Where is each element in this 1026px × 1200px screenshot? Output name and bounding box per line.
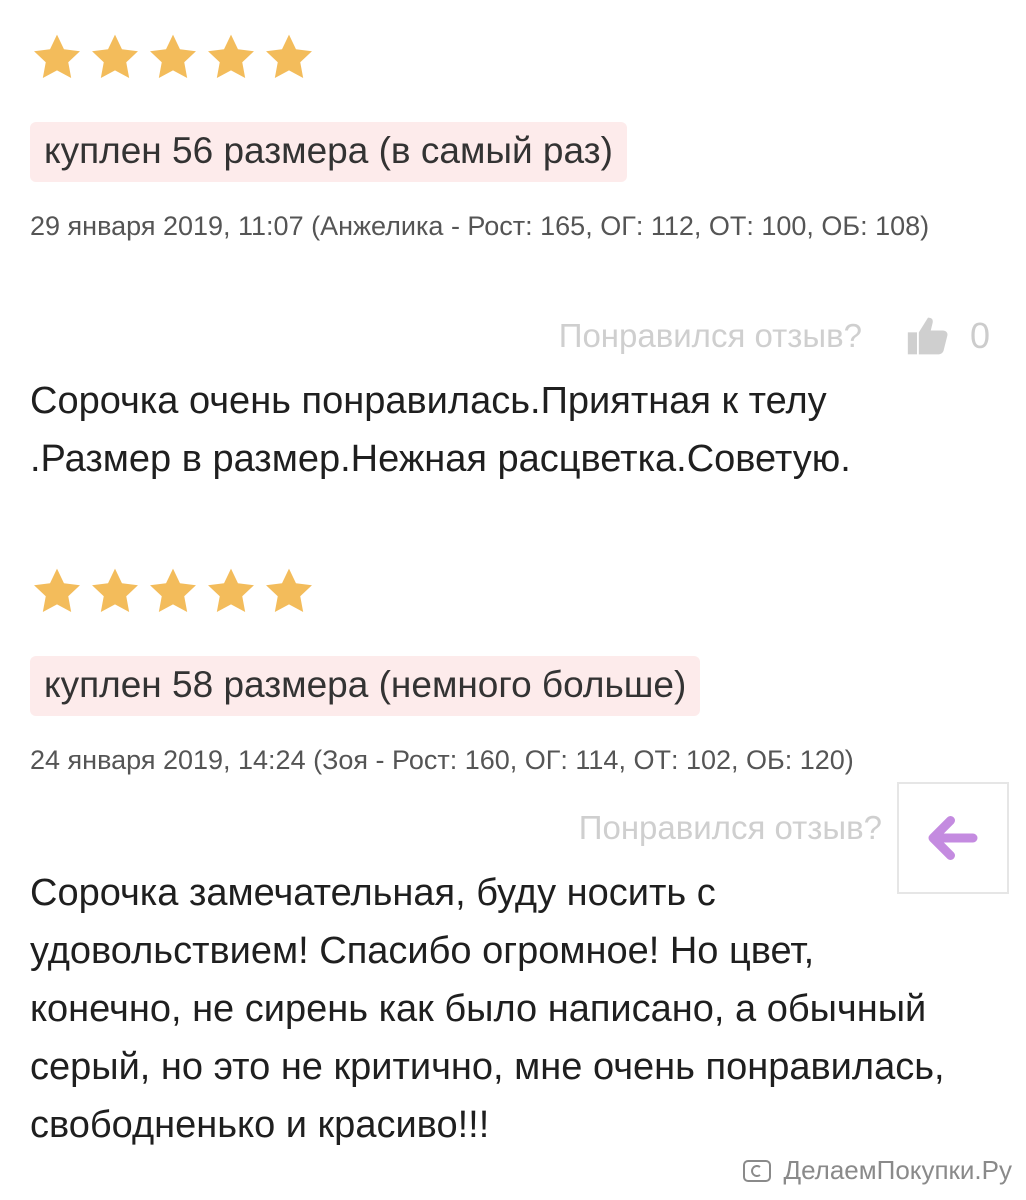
like-prompt: Понравился отзыв? xyxy=(578,809,882,846)
review-meta: 29 января 2019, 11:07 (Анжелика - Рост: … xyxy=(30,211,930,241)
star-icon xyxy=(208,34,254,79)
review-card: куплен 58 размера (немного больше) 24 ян… xyxy=(30,562,990,1146)
arrow-left-icon xyxy=(928,816,978,860)
star-icon xyxy=(266,34,312,79)
star-icon xyxy=(150,568,196,613)
rating-stars xyxy=(30,562,990,622)
star-icon xyxy=(266,568,312,613)
size-badge: куплен 56 размера (в самый раз) xyxy=(30,122,627,182)
like-count: 0 xyxy=(969,315,990,356)
watermark-text: ДелаемПокупки.Ру xyxy=(783,1155,1012,1185)
review-card: куплен 56 размера (в самый раз) 29 январ… xyxy=(30,28,990,480)
like-row: Понравился отзыв? 0 xyxy=(559,314,990,358)
watermark: ДелаемПокупки.Ру xyxy=(743,1155,1012,1186)
star-icon xyxy=(208,568,254,613)
review-text: Сорочка замечательная, буду носить с удо… xyxy=(30,872,945,1146)
like-prompt: Понравился отзыв? xyxy=(558,317,862,354)
star-icon xyxy=(92,568,138,613)
back-button[interactable] xyxy=(897,782,1009,894)
star-icon xyxy=(150,34,196,79)
star-icon xyxy=(92,34,138,79)
rating-stars xyxy=(30,28,990,88)
watermark-logo-icon xyxy=(743,1159,772,1182)
star-icon xyxy=(34,568,80,613)
thumbs-up-icon[interactable] xyxy=(906,314,950,358)
size-badge: куплен 58 размера (немного больше) xyxy=(30,656,701,716)
review-meta: 24 января 2019, 14:24 (Зоя - Рост: 160, … xyxy=(30,745,854,775)
star-icon xyxy=(34,34,80,79)
review-text: Сорочка очень понравилась.Приятная к тел… xyxy=(30,380,851,480)
